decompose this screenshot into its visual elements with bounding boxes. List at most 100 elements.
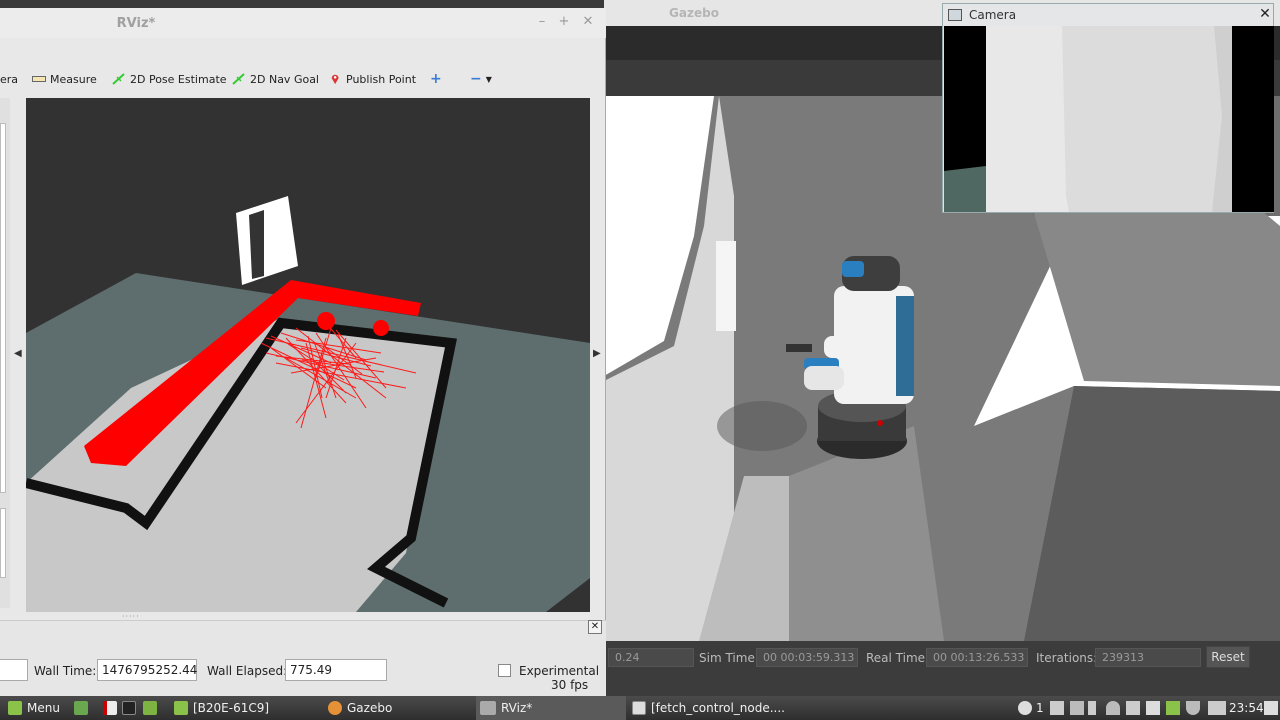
resize-grip[interactable]: ····· [122, 612, 152, 621]
time-panel: Wall Time: 1476795252.44 Wall Elapsed: 7… [0, 620, 606, 696]
taskbar-item-label: RViz* [501, 701, 533, 715]
menu-label: Menu [27, 701, 60, 715]
taskbar-item-rviz[interactable]: RViz* [476, 696, 626, 720]
collapse-right-icon[interactable]: ▶ [593, 348, 601, 359]
taskbar-item-folder[interactable]: [B20E-61C9] [174, 696, 269, 720]
taskbar-item-label: [B20E-61C9] [193, 701, 270, 715]
rviz-3d-viewport[interactable] [26, 98, 590, 612]
rviz-title: RViz* [116, 16, 156, 31]
folder-icon [174, 701, 188, 715]
ruler-icon [32, 76, 46, 82]
tool-2d-nav-goal-label: 2D Nav Goal [250, 72, 319, 86]
terminal-icon [122, 701, 136, 715]
pdf-icon [103, 701, 117, 715]
terminal-icon [632, 701, 646, 715]
maximize-icon[interactable]: + [556, 14, 572, 30]
tool-2d-pose-estimate[interactable]: 2D Pose Estimate [112, 70, 227, 88]
close-panel-icon[interactable]: ✕ [588, 620, 602, 634]
views-scrollbar[interactable] [0, 508, 6, 578]
shield-icon[interactable] [1186, 701, 1200, 715]
nav-goal-arrow-icon [232, 73, 245, 85]
experimental-label: Experimental [519, 664, 600, 678]
taskbar-item-label: [fetch_control_node.... [651, 701, 785, 715]
remove-tool-button[interactable]: − ▼ [470, 70, 492, 88]
pdf-launcher[interactable] [103, 696, 122, 720]
tool-measure-label: Measure [50, 72, 97, 86]
wall-elapsed-label: Wall Elapsed: [207, 664, 288, 678]
ros-elapsed-field [0, 659, 28, 681]
start-menu-button[interactable]: Menu [8, 696, 60, 720]
camera-titlebar[interactable]: Camera ✕ [943, 4, 1273, 26]
close-icon[interactable]: ✕ [580, 14, 596, 30]
mint-logo-icon [8, 701, 22, 715]
map-pin-icon [331, 74, 339, 85]
rtf-value: 0.24 [608, 648, 694, 667]
tool-measure[interactable]: Measure [32, 70, 97, 88]
tool-2d-pose-estimate-label: 2D Pose Estimate [130, 72, 227, 86]
displays-panel-edge[interactable] [0, 98, 10, 608]
updates-shield-icon[interactable] [1166, 701, 1180, 715]
particle-cluster [317, 312, 335, 330]
rviz-titlebar[interactable]: RViz* – + ✕ [0, 8, 606, 38]
taskbar-item-label: Gazebo [347, 701, 393, 715]
tool-camera[interactable]: era [0, 70, 18, 88]
keyboard-icon[interactable] [1070, 701, 1084, 715]
camera-image [944, 26, 1274, 212]
displays-scrollbar[interactable] [0, 123, 6, 493]
taskbar-item-terminal[interactable]: [fetch_control_node.... [632, 696, 785, 720]
camera-window: Camera ✕ [942, 3, 1274, 213]
plus-icon: + [430, 71, 442, 87]
iterations-label: Iterations: [1036, 651, 1098, 665]
collapse-left-icon[interactable]: ◀ [14, 348, 22, 359]
clipboard-icon[interactable] [1146, 701, 1160, 715]
rviz-toolbar: era Measure 2D Pose Estimate 2D Nav Goal… [0, 60, 606, 96]
sim-time-value: 00 00:03:59.313 [756, 648, 858, 667]
taskbar-item-gazebo[interactable]: Gazebo [328, 696, 392, 720]
update-icon[interactable] [1018, 701, 1032, 715]
bluetooth-icon[interactable] [1088, 701, 1096, 715]
camera-title: Camera [969, 8, 1017, 22]
rviz-window: RViz* – + ✕ era Measure 2D Pose Estimate… [0, 8, 606, 696]
pose-arrow-icon [112, 73, 125, 85]
desktop: Gazebo 0.24 Sim Time: 00 00:03:59.313 Re… [0, 0, 1280, 720]
volume-icon[interactable] [1126, 701, 1140, 715]
camera-window-icon [948, 9, 962, 21]
notes-icon[interactable] [1050, 701, 1064, 715]
experimental-checkbox[interactable] [498, 664, 511, 677]
clock[interactable]: 23:54 [1229, 696, 1264, 720]
close-icon[interactable]: ✕ [1257, 6, 1273, 22]
gazebo-shelf [716, 241, 736, 331]
taskbar: Menu [B20E-61C9] Gazebo RViz* [fetch_con… [0, 696, 1280, 720]
tool-2d-nav-goal[interactable]: 2D Nav Goal [232, 70, 319, 88]
wifi-icon[interactable] [1106, 701, 1120, 715]
screen-icon[interactable] [1264, 701, 1278, 715]
minus-icon: − [470, 71, 482, 87]
iterations-value: 239313 [1095, 648, 1201, 667]
files-launcher[interactable] [143, 696, 162, 720]
tool-publish-point[interactable]: Publish Point [330, 70, 416, 88]
gazebo-icon [328, 701, 342, 715]
wall-time-field: 1476795252.44 [97, 659, 197, 681]
sim-time-label: Sim Time: [699, 651, 759, 665]
wall-time-label: Wall Time: [34, 664, 97, 678]
tool-camera-label: era [0, 72, 19, 86]
tool-publish-point-label: Publish Point [346, 72, 417, 86]
folder-icon [143, 701, 157, 715]
wall-elapsed-field: 775.49 [285, 659, 387, 681]
desktop-icon [74, 701, 88, 715]
show-desktop-launcher[interactable] [74, 696, 93, 720]
dropdown-arrow-icon: ▼ [485, 74, 492, 84]
add-tool-button[interactable]: + [430, 70, 442, 88]
rviz-icon [480, 701, 496, 715]
terminal-launcher[interactable] [122, 696, 141, 720]
particle-cluster-2 [373, 320, 389, 336]
gazebo-title: Gazebo [669, 6, 719, 20]
real-time-value: 00 00:13:26.533 [926, 648, 1028, 667]
fps-counter: 30 fps [551, 678, 589, 692]
workspace-indicator[interactable]: 1 [1036, 696, 1044, 720]
real-time-label: Real Time: [866, 651, 930, 665]
reset-button[interactable]: Reset [1206, 646, 1250, 668]
minimize-icon[interactable]: – [534, 14, 550, 30]
battery-icon[interactable] [1208, 701, 1226, 715]
gazebo-status-bar: 0.24 Sim Time: 00 00:03:59.313 Real Time… [604, 641, 1280, 696]
